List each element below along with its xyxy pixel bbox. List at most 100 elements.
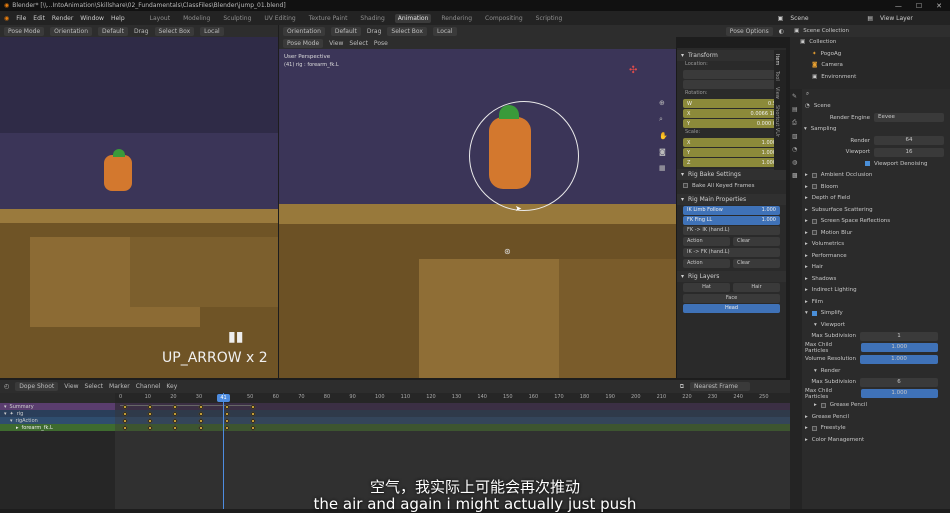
scale-y-field[interactable]: Y 1.000 <box>683 148 780 157</box>
simplify-viewport-header[interactable]: ▾ Viewport <box>790 319 950 331</box>
right-viewport[interactable]: User Perspective (41) rig : forearm_fk.L… <box>279 49 676 378</box>
world-tab-icon[interactable]: ◍ <box>792 159 800 166</box>
menu-render[interactable]: Render <box>52 15 73 22</box>
channel-forearm-fk[interactable]: ▸ forearm_fk.L <box>0 424 115 431</box>
view-layer-selector[interactable]: View Layer <box>880 15 950 22</box>
search-bar[interactable]: ⌕ <box>790 89 950 101</box>
dopesheet-mode-dropdown[interactable]: Dope Shoot <box>15 382 59 391</box>
grid-icon[interactable]: ▦ <box>659 164 668 172</box>
maximize-icon[interactable]: ☐ <box>916 2 922 10</box>
layer-face-button[interactable]: Face <box>683 293 780 303</box>
close-icon[interactable]: ✕ <box>936 2 942 10</box>
section-volumetrics[interactable]: ▸ Volumetrics <box>790 239 950 251</box>
outliner-item-camera[interactable]: ◙ Camera <box>790 60 950 72</box>
ik-fk-clear-button[interactable]: Clear <box>733 258 780 268</box>
section-screen-space-reflections[interactable]: ▸ Screen Space Reflections <box>790 216 950 228</box>
left-mode-dropdown[interactable]: Pose Mode <box>4 26 45 36</box>
ik-to-fk-button[interactable]: IK -> FK (hand.L) <box>683 247 780 257</box>
viewport-shading-icon[interactable]: ◐ <box>779 28 790 35</box>
render-max-subdiv-field[interactable]: 6 <box>860 377 938 387</box>
outliner-item-pogoag[interactable]: ✦ PogoAg <box>790 48 950 60</box>
right-select-dropdown[interactable]: Select Box <box>387 26 427 36</box>
section-color-management[interactable]: ▸ Color Management <box>790 434 950 446</box>
menu-help[interactable]: Help <box>111 15 125 22</box>
render-samples-field[interactable]: 64 <box>874 136 944 146</box>
tab-item[interactable]: Item <box>774 50 780 65</box>
outliner-item-collection[interactable]: ▣ Collection <box>790 37 950 49</box>
editor-type-icon[interactable]: ◴ <box>4 383 9 390</box>
pose-options-dropdown[interactable]: Pose Options <box>725 26 773 36</box>
scene-selector[interactable]: Scene <box>790 15 860 22</box>
menu-window[interactable]: Window <box>80 15 104 22</box>
ds-menu-select[interactable]: Select <box>85 383 104 390</box>
left-select-dropdown[interactable]: Select Box <box>154 26 195 36</box>
workspace-tab-texture-paint[interactable]: Texture Paint <box>306 14 351 23</box>
scene-selector-icon[interactable]: ▣ <box>778 15 784 22</box>
snap-icon[interactable]: ⧉ <box>680 383 684 391</box>
object-tab-icon[interactable]: ▩ <box>792 172 800 179</box>
location-x-field[interactable] <box>683 70 780 79</box>
hand-icon[interactable]: ✋ <box>659 132 668 140</box>
menu-edit[interactable]: Edit <box>33 15 45 22</box>
rotation-w-field[interactable]: W 0.5 <box>683 99 780 108</box>
rotation-y-field[interactable]: Y 0.000 0 <box>683 119 780 128</box>
rotation-x-field[interactable]: X 0.0066 18 <box>683 109 780 118</box>
snap-mode-dropdown[interactable]: Nearest Frame <box>690 382 750 391</box>
section-depth-of-field[interactable]: ▸ Depth of Field <box>790 193 950 205</box>
right-menu-select[interactable]: Select <box>349 40 368 47</box>
rig-layers-header[interactable]: ▾ Rig Layers <box>677 270 786 282</box>
workspace-tab-sculpting[interactable]: Sculpting <box>220 14 254 23</box>
section-film[interactable]: ▸ Film <box>790 296 950 308</box>
viewport-denoising-checkbox[interactable]: Viewport Denoising <box>790 158 950 170</box>
section-shadows[interactable]: ▸ Shadows <box>790 273 950 285</box>
viewport-samples-field[interactable]: 16 <box>874 147 944 157</box>
tab-tool[interactable]: Tool <box>774 65 780 81</box>
ds-menu-channel[interactable]: Channel <box>136 383 161 390</box>
section-indirect-lighting[interactable]: ▸ Indirect Lighting <box>790 285 950 297</box>
outliner-item-environment[interactable]: ▣ Environment <box>790 71 950 83</box>
view-layer-tab-icon[interactable]: ▧ <box>792 133 800 140</box>
layer-head-button[interactable]: Head <box>683 303 780 313</box>
max-child-field[interactable]: 1.000 <box>860 343 938 353</box>
volume-res-field[interactable]: 1.000 <box>860 354 938 364</box>
navigation-gizmo-icon[interactable]: ✣ <box>629 65 637 76</box>
sampling-header[interactable]: ▾ Sampling <box>790 124 950 136</box>
ik-limb-follow-slider[interactable]: IK Limb Follow 1.000 <box>683 205 780 215</box>
workspace-tab-compositing[interactable]: Compositing <box>482 14 526 23</box>
render-tab-icon[interactable]: ▤ <box>792 106 800 113</box>
3d-cursor-icon[interactable]: ⊛ <box>504 247 511 256</box>
zoom-icon[interactable]: ⊕ <box>659 99 668 107</box>
fk-to-ik-button[interactable]: FK -> IK (hand.L) <box>683 225 780 235</box>
section-ambient-occlusion[interactable]: ▸ Ambient Occlusion <box>790 170 950 182</box>
workspace-tab-uv-editing[interactable]: UV Editing <box>261 14 298 23</box>
search-icon[interactable]: ⌕ <box>659 115 668 124</box>
menu-file[interactable]: File <box>16 15 26 22</box>
output-tab-icon[interactable]: ⎙ <box>792 119 800 127</box>
scale-z-field[interactable]: Z 1.000 <box>683 158 780 167</box>
workspace-tab-shading[interactable]: Shading <box>357 14 387 23</box>
fk-ik-action-button[interactable]: Action <box>683 236 730 246</box>
channel-rig[interactable]: ▾ ✦ rig <box>0 410 115 417</box>
tab-shortcut-vur[interactable]: Shortcut VUr <box>774 99 780 137</box>
tool-tab-icon[interactable]: ✎ <box>792 93 800 100</box>
ds-menu-view[interactable]: View <box>64 383 78 390</box>
section-motion-blur[interactable]: ▸ Motion Blur <box>790 227 950 239</box>
right-menu-view[interactable]: View <box>329 40 343 47</box>
section-performance[interactable]: ▸ Performance <box>790 250 950 262</box>
simplify-header[interactable]: ▾ Simplify <box>790 308 950 320</box>
ds-menu-marker[interactable]: Marker <box>109 383 130 390</box>
render-max-child-field[interactable]: 1.000 <box>860 389 938 399</box>
ds-menu-key[interactable]: Key <box>166 383 177 390</box>
tab-view[interactable]: View <box>774 81 780 99</box>
section-bloom[interactable]: ▸ Bloom <box>790 181 950 193</box>
workspace-tab-layout[interactable]: Layout <box>147 14 173 23</box>
fk-fing-slider[interactable]: FK Fing LL 1.000 <box>683 215 780 225</box>
workspace-tab-rendering[interactable]: Rendering <box>438 14 475 23</box>
right-transform-dropdown[interactable]: Local <box>432 26 457 36</box>
right-mode-dropdown[interactable]: Pose Mode <box>283 38 324 48</box>
ik-fk-action-button[interactable]: Action <box>683 258 730 268</box>
left-pivot-dropdown[interactable]: Default <box>98 26 128 36</box>
scene-tab-icon[interactable]: ◔ <box>792 146 800 153</box>
left-orientation-dropdown[interactable]: Orientation <box>50 26 93 36</box>
fk-ik-clear-button[interactable]: Clear <box>733 236 780 246</box>
